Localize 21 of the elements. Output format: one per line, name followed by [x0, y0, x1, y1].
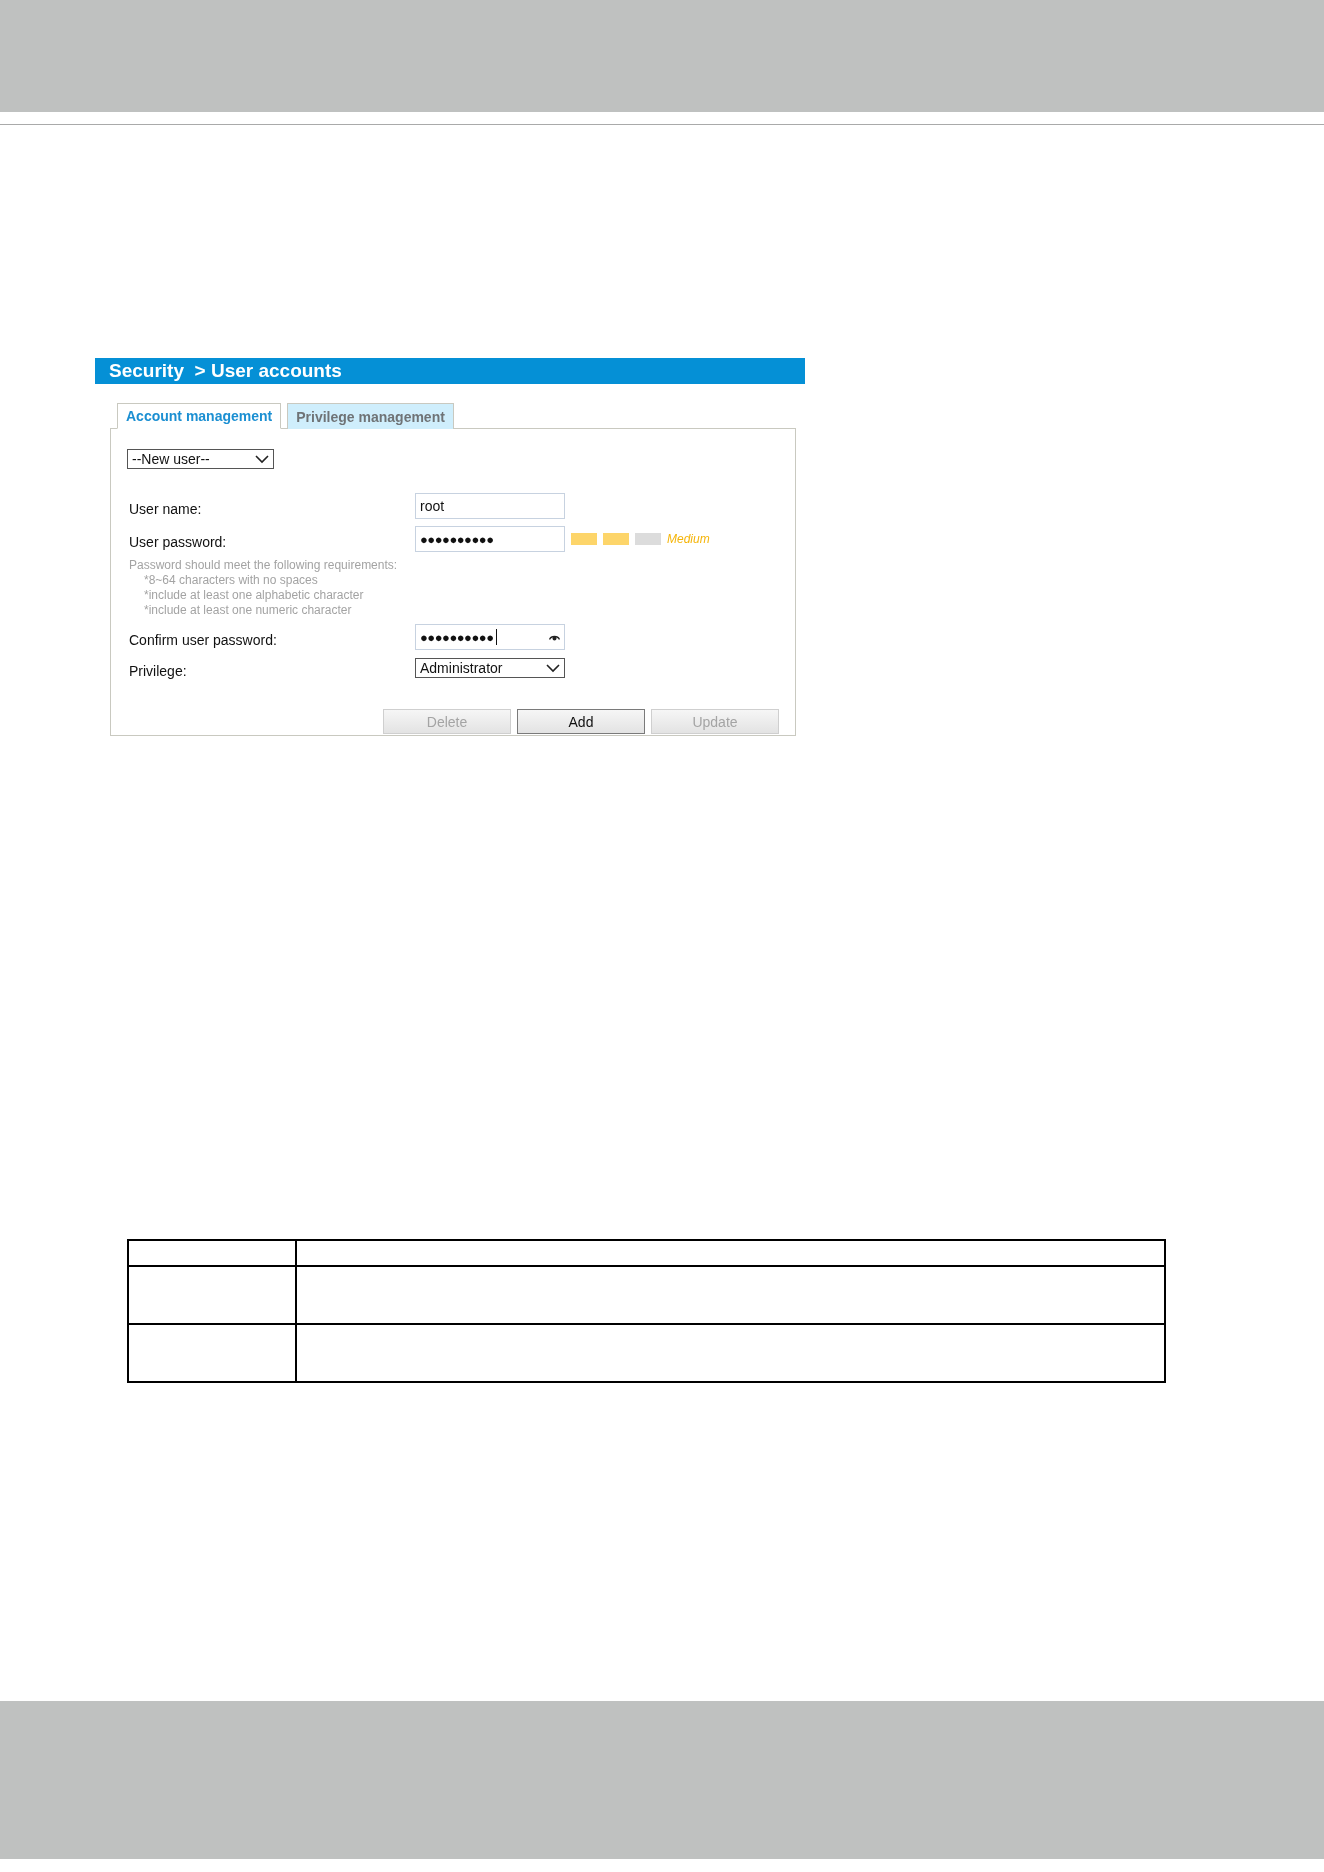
requirement-item: *include at least one numeric character	[143, 603, 353, 618]
confirm-password-field[interactable]: ●●●●●●●●●●	[415, 624, 565, 650]
eye-icon[interactable]	[549, 633, 560, 641]
field-label: User name:	[129, 500, 203, 517]
requirement-item: *8~64 characters with no spaces	[143, 573, 319, 588]
tab[interactable]: Account management	[117, 403, 282, 429]
user-name-field[interactable]: root	[415, 493, 565, 519]
strength-label: Medium	[667, 532, 710, 546]
chevron-down-icon	[546, 663, 560, 673]
privilege-dropdown[interactable]: Administrator	[415, 658, 565, 678]
page-title: Security > User accounts	[109, 360, 342, 382]
field-label: Privilege:	[129, 662, 188, 679]
field-label: Confirm user password:	[129, 631, 278, 648]
user-dropdown[interactable]: --New user--	[127, 449, 274, 469]
requirements-text: Password should meet the following requirements:	[129, 558, 399, 573]
field-label: User password:	[129, 533, 228, 550]
tab[interactable]: Privilege management	[287, 403, 454, 429]
requirement-item: *include at least one alphabetic character	[143, 588, 365, 603]
password-field[interactable]: ●●●●●●●●●●	[415, 526, 565, 552]
action-button[interactable]: Add	[517, 709, 645, 734]
chevron-down-icon	[255, 454, 269, 464]
